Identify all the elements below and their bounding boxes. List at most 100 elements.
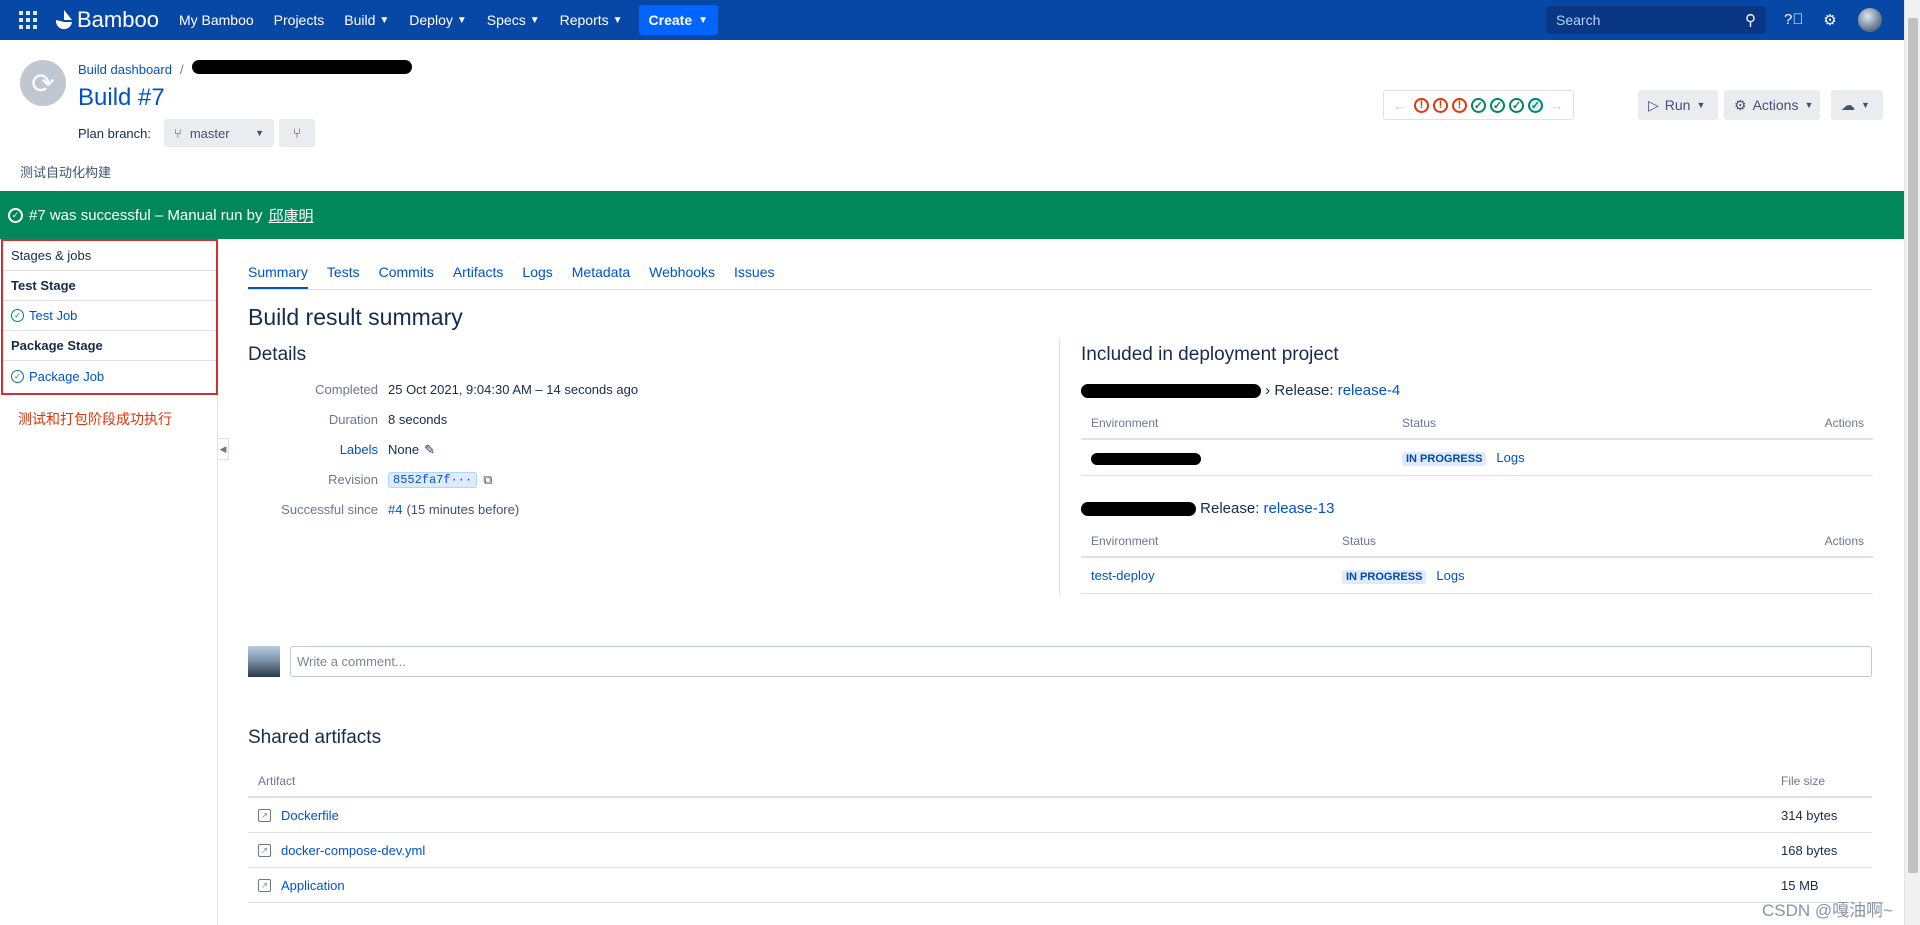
nav-label: Specs (486, 12, 526, 28)
deployment-table-1: Environment Status Actions IN PROGRESS Lo… (1081, 408, 1873, 476)
chevron-down-icon: ▼ (612, 14, 623, 26)
tab-tests[interactable]: Tests (327, 264, 360, 289)
app-switcher-icon[interactable] (19, 10, 39, 30)
branch-selector[interactable]: ⑂ master ▼ (164, 119, 274, 147)
col-actions: Actions (1824, 534, 1864, 548)
next-build-arrow-icon[interactable]: → (1547, 98, 1567, 113)
release-link[interactable]: release-4 (1338, 382, 1401, 399)
file-size: 314 bytes (1781, 807, 1838, 823)
artifact-link[interactable]: docker-compose-dev.yml (281, 843, 425, 858)
file-size: 168 bytes (1781, 842, 1838, 858)
previous-build-arrow-icon[interactable]: ← (1390, 98, 1410, 113)
tab-webhooks[interactable]: Webhooks (649, 264, 715, 289)
cloud-icon: ☁ (1841, 96, 1855, 113)
redacted-breadcrumb (191, 60, 412, 74)
gear-icon[interactable]: ⚙ (1821, 11, 1839, 29)
column-divider (1059, 338, 1060, 596)
detail-value: 25 Oct 2021, 9:04:30 AM – 14 seconds ago (388, 382, 639, 397)
breadcrumb-build-dashboard[interactable]: Build dashboard (78, 62, 172, 77)
nav-specs[interactable]: Specs ▼ (487, 12, 540, 28)
release-prefix: Release: (1200, 500, 1260, 517)
tab-issues[interactable]: Issues (734, 264, 774, 289)
artifact-link-icon: ↗ (258, 808, 271, 822)
detail-label: Successful since (281, 502, 378, 517)
detail-successful-since: Successful since #4 (15 minutes before) (248, 502, 519, 517)
page-scrollbar[interactable] (1904, 0, 1920, 925)
environment-link[interactable]: test-deploy (1081, 568, 1342, 583)
breadcrumb: Build dashboard / (78, 60, 412, 77)
search-icon[interactable]: ⚲ (1745, 11, 1756, 29)
table-header: Environment Status Actions (1081, 526, 1873, 558)
table-row: IN PROGRESS Logs (1081, 440, 1873, 476)
successful-build-icon[interactable]: ✓ (1490, 97, 1505, 113)
tab-artifacts[interactable]: Artifacts (453, 264, 504, 289)
deploy-menu-button[interactable]: ☁ ▼ (1831, 90, 1883, 120)
branch-name: master (189, 125, 230, 141)
labels-link[interactable]: Labels (248, 442, 378, 458)
table-row: ↗ Application 15 MB (248, 868, 1872, 903)
detail-value: 8 seconds (388, 412, 448, 427)
tab-logs[interactable]: Logs (522, 264, 552, 289)
result-tabs: Summary Tests Commits Artifacts Logs Met… (248, 264, 1872, 290)
annotation-note: 测试和打包阶段成功执行 (18, 411, 172, 427)
current-build-icon[interactable]: ✓ (1528, 97, 1543, 113)
logs-link[interactable]: Logs (1436, 568, 1464, 583)
watermark: CSDN @嘎油啊~ (1762, 901, 1894, 920)
stages-sidebar: Stages & jobs Test Stage ✓ Test Job Packa… (0, 239, 218, 925)
failed-build-icon[interactable]: ! (1452, 97, 1467, 113)
nav-my-bamboo[interactable]: My Bamboo (179, 12, 254, 28)
copy-icon[interactable]: ⧉ (483, 472, 492, 488)
job-test[interactable]: ✓ Test Job (3, 301, 216, 331)
stage-name: Test Stage (3, 271, 216, 301)
col-file-size: File size (1781, 774, 1826, 788)
failed-build-icon[interactable]: ! (1433, 97, 1448, 113)
chevron-down-icon: ▼ (255, 128, 264, 138)
actions-button[interactable]: ⚙ Actions ▼ (1724, 90, 1820, 120)
artifact-link[interactable]: Application (281, 878, 345, 893)
tab-summary[interactable]: Summary (248, 264, 308, 289)
logs-link[interactable]: Logs (1496, 450, 1524, 465)
detail-value: None (388, 442, 420, 457)
release-link[interactable]: release-13 (1264, 500, 1335, 517)
bamboo-logo[interactable]: Bamboo (55, 7, 159, 33)
successful-build-icon[interactable]: ✓ (1509, 97, 1524, 113)
nav-projects[interactable]: Projects (274, 12, 325, 28)
status-badge: IN PROGRESS (1342, 570, 1427, 584)
revision-hash[interactable]: 8552fa7f··· (388, 472, 478, 488)
commenter-avatar (248, 646, 280, 677)
col-actions: Actions (1824, 416, 1864, 430)
chevron-down-icon: ▼ (456, 14, 467, 26)
pencil-icon[interactable]: ✎ (424, 442, 435, 458)
status-cell: IN PROGRESS Logs (1402, 450, 1792, 466)
nav-label: Projects (273, 12, 325, 28)
nav-deploy[interactable]: Deploy ▼ (409, 12, 467, 28)
since-build-link[interactable]: #4 (388, 502, 402, 517)
help-icon[interactable]: ?⃝ (1784, 11, 1804, 29)
stage-name: Package Stage (3, 331, 216, 361)
nav-build[interactable]: Build ▼ (344, 12, 389, 28)
nav-reports[interactable]: Reports ▼ (560, 12, 623, 28)
banner-user-link[interactable]: 邱康明 (268, 205, 313, 226)
tab-commits[interactable]: Commits (379, 264, 434, 289)
create-branch-button[interactable]: ⑂ (279, 119, 315, 147)
failed-build-icon[interactable]: ! (1414, 97, 1429, 113)
run-button[interactable]: ▷ Run ▼ (1638, 90, 1718, 120)
nav-label: Build (344, 12, 376, 28)
artifact-link[interactable]: Dockerfile (281, 808, 339, 823)
detail-label: Duration (328, 412, 378, 427)
successful-build-icon[interactable]: ✓ (1471, 97, 1486, 113)
detail-revision: Revision 8552fa7f··· ⧉ (248, 472, 493, 488)
create-button[interactable]: Create ▼ (638, 5, 719, 35)
table-row: ↗ Dockerfile 314 bytes (248, 798, 1872, 833)
user-avatar[interactable] (1858, 8, 1882, 32)
detail-labels: Labels None ✎ (248, 442, 435, 458)
collapse-sidebar-icon[interactable]: ◀ (217, 438, 229, 460)
search-input[interactable]: Search ⚲ (1546, 6, 1766, 34)
job-package[interactable]: ✓ Package Job (3, 361, 216, 391)
branch-plus-icon: ⑂ (292, 125, 302, 141)
tab-metadata[interactable]: Metadata (572, 264, 630, 289)
scrollbar-thumb[interactable] (1908, 18, 1918, 873)
comment-input[interactable]: Write a comment... (290, 646, 1872, 677)
artifacts-heading: Shared artifacts (248, 727, 382, 748)
plan-description: 测试自动化构建 (20, 165, 112, 180)
